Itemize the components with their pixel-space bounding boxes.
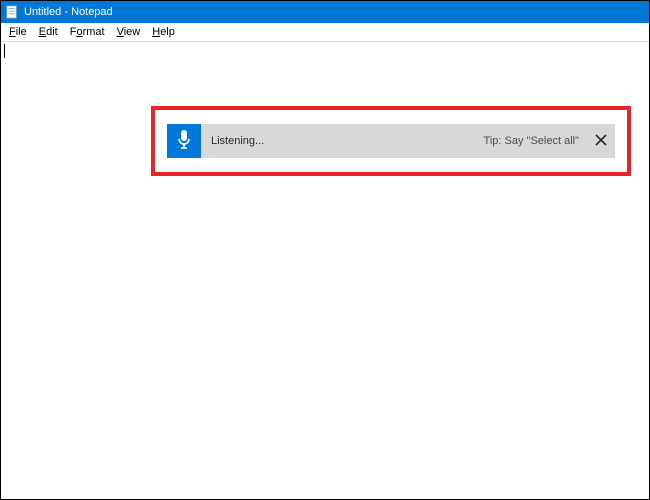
notepad-icon xyxy=(5,5,19,19)
menu-help[interactable]: Help xyxy=(146,24,181,40)
close-icon xyxy=(595,134,607,149)
titlebar[interactable]: Untitled - Notepad xyxy=(1,1,649,23)
dictation-tip: Tip: Say "Select all" xyxy=(484,135,587,147)
menu-format[interactable]: Format xyxy=(64,24,111,40)
menu-file[interactable]: File xyxy=(3,24,33,40)
text-caret xyxy=(4,44,5,58)
window-title: Untitled - Notepad xyxy=(24,6,113,18)
menu-edit[interactable]: Edit xyxy=(33,24,64,40)
annotation-highlight: Listening... Tip: Say "Select all" xyxy=(151,106,631,176)
microphone-button[interactable] xyxy=(167,124,201,158)
dictation-close-button[interactable] xyxy=(587,124,615,158)
dictation-toolbar: Listening... Tip: Say "Select all" xyxy=(167,124,615,158)
menubar: File Edit Format View Help xyxy=(1,23,649,42)
text-area[interactable]: Listening... Tip: Say "Select all" xyxy=(1,42,649,499)
dictation-status: Listening... xyxy=(201,135,264,147)
menu-view[interactable]: View xyxy=(111,24,147,40)
microphone-icon xyxy=(176,129,192,154)
